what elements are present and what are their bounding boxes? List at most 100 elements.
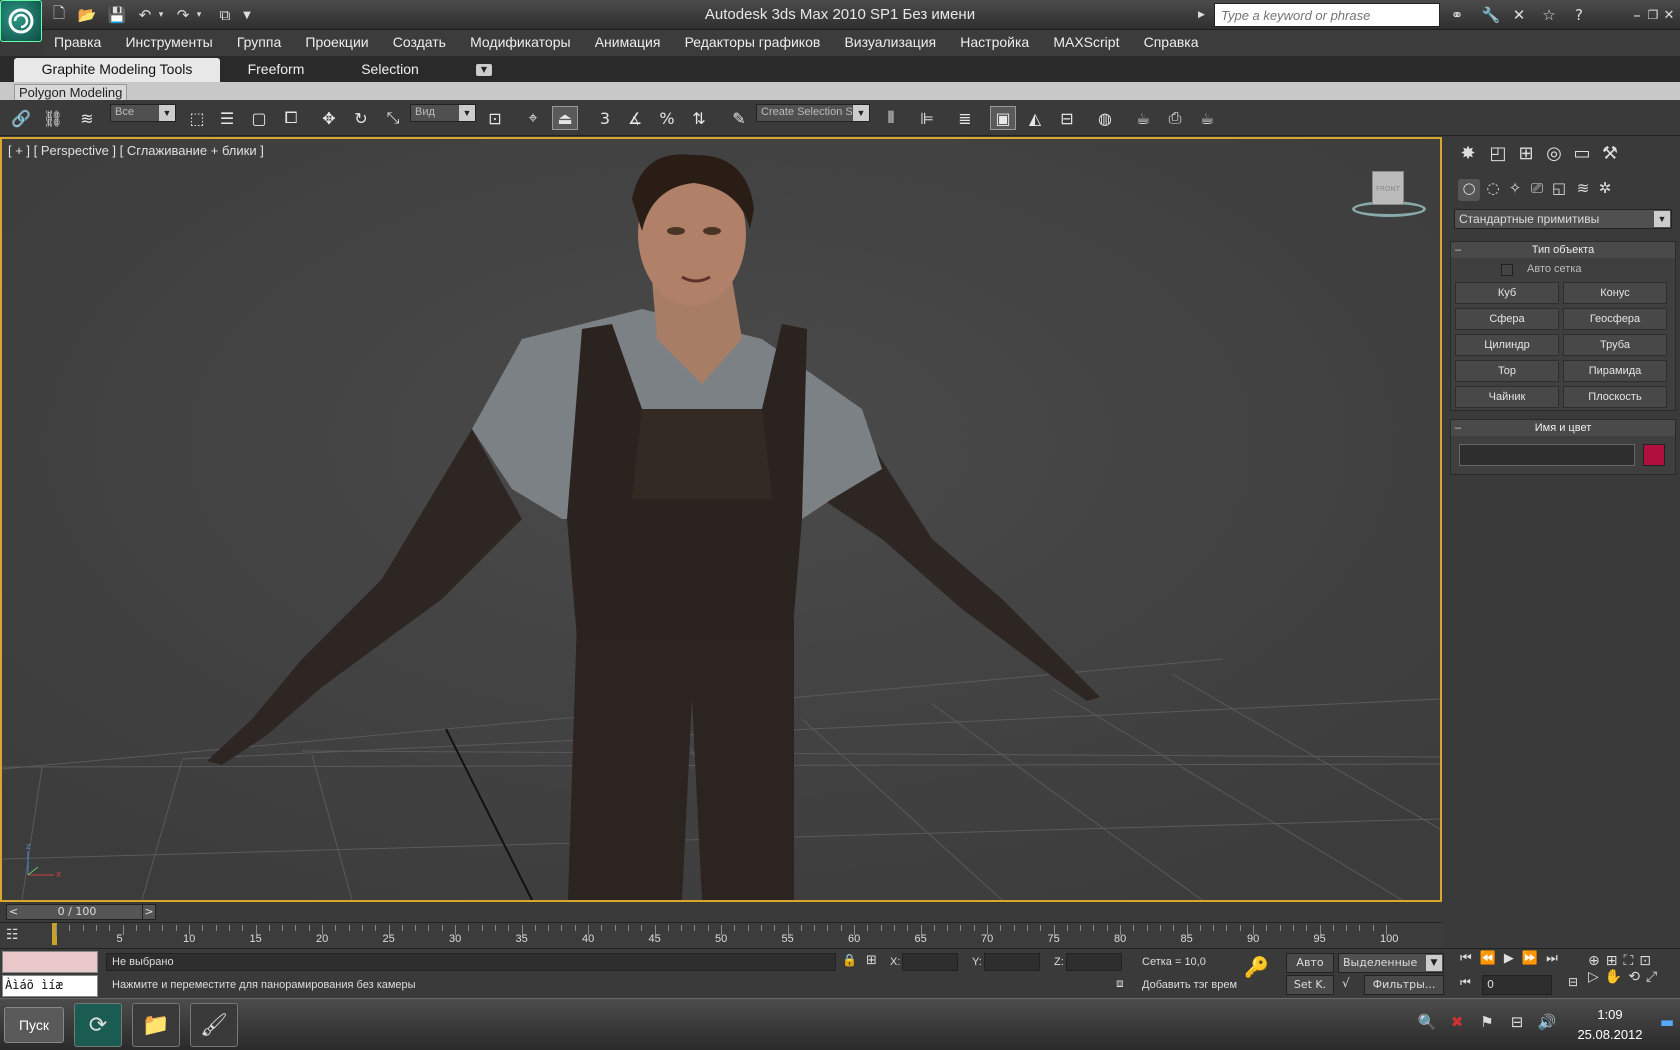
next-frame-icon[interactable]: ⏩ xyxy=(1522,951,1546,966)
go-to-end-icon[interactable]: ⏭ xyxy=(1546,951,1566,966)
y-coordinate-field[interactable] xyxy=(984,953,1040,971)
z-coordinate-field[interactable] xyxy=(1066,953,1122,971)
search-box[interactable] xyxy=(1214,3,1440,27)
rendered-frame-icon[interactable]: ⎙ xyxy=(1162,106,1188,130)
material-editor-icon[interactable]: ◍ xyxy=(1092,106,1118,130)
lock-icon[interactable]: 🔒 xyxy=(842,953,858,969)
orbit-icon[interactable]: ⟲ xyxy=(1628,969,1646,985)
set-key-button[interactable]: Set K. xyxy=(1286,975,1334,995)
move-icon[interactable]: ✥ xyxy=(316,106,342,130)
close-icon[interactable]: ✕ xyxy=(1662,4,1676,26)
layer-manager-icon[interactable]: ≣ xyxy=(952,106,978,130)
select-manipulate-icon[interactable]: ⌖ xyxy=(520,106,546,130)
box-button[interactable]: Куб xyxy=(1455,282,1559,304)
object-color-swatch[interactable] xyxy=(1643,444,1665,466)
select-by-name-icon[interactable]: ☰ xyxy=(214,106,240,130)
name-color-header[interactable]: – Имя и цвет xyxy=(1451,420,1675,436)
add-time-tag[interactable]: Добавить тэг врем xyxy=(1142,979,1237,991)
reference-coord-dropdown[interactable]: Вид ▼ xyxy=(410,104,476,122)
field-of-view-icon[interactable]: ▷ xyxy=(1588,969,1605,985)
show-desktop-icon[interactable]: ▬ xyxy=(1656,1013,1678,1035)
curve-editor-mini-icon[interactable]: ☷ xyxy=(6,927,24,945)
time-next-button[interactable]: > xyxy=(142,904,156,920)
unlink-icon[interactable]: ⛓ xyxy=(40,106,66,130)
pan-hand-icon[interactable]: ✋ xyxy=(1605,969,1628,985)
create-tab-icon[interactable]: ✸ xyxy=(1456,143,1480,167)
tray-volume-icon[interactable]: 🔊 xyxy=(1536,1013,1558,1035)
systems-icon[interactable]: ✲ xyxy=(1594,179,1616,201)
display-tab-icon[interactable]: ▭ xyxy=(1570,143,1594,167)
bind-space-warp-icon[interactable]: ≋ xyxy=(74,106,100,130)
binoculars-icon[interactable]: ⚭ xyxy=(1446,4,1468,26)
zoom-extents-all-icon[interactable]: ⊡ xyxy=(1639,953,1657,969)
taskbar-paint-icon[interactable]: 🖌 xyxy=(190,1003,238,1047)
shapes-icon[interactable]: ◌ xyxy=(1482,179,1504,201)
align-icon[interactable]: ⊫ xyxy=(914,106,940,130)
tray-network-icon[interactable]: ⊟ xyxy=(1506,1013,1528,1035)
tray-security-icon[interactable]: ⚑ xyxy=(1476,1013,1498,1035)
prev-frame-icon[interactable]: ⏪ xyxy=(1480,951,1504,966)
menu-modifiers[interactable]: Модификаторы xyxy=(470,30,570,54)
cone-button[interactable]: Конус xyxy=(1563,282,1667,304)
curve-editor-icon[interactable]: ◭ xyxy=(1022,106,1048,130)
graphite-toggle-icon[interactable]: ▣ xyxy=(990,106,1016,130)
edit-named-selection-icon[interactable]: ✎ xyxy=(726,106,752,130)
keyboard-shortcut-override-icon[interactable]: ⏏ xyxy=(552,106,578,130)
tab-graphite-modeling-tools[interactable]: Graphite Modeling Tools xyxy=(14,58,220,82)
menu-graph-editors[interactable]: Редакторы графиков xyxy=(685,30,821,54)
menu-animation[interactable]: Анимация xyxy=(595,30,661,54)
menu-maxscript[interactable]: MAXScript xyxy=(1053,30,1119,54)
rectangular-selection-icon[interactable]: ▢ xyxy=(246,106,272,130)
named-selection-sets-dropdown[interactable]: Create Selection Se ▼ xyxy=(756,104,870,122)
hierarchy-tab-icon[interactable]: ⊞ xyxy=(1514,143,1538,167)
window-crossing-icon[interactable]: ⧠ xyxy=(278,106,304,130)
space-warps-icon[interactable]: ≋ xyxy=(1572,179,1594,201)
time-prev-button[interactable]: < xyxy=(9,905,18,919)
perspective-viewport[interactable]: z x [ + ] [ Perspective ] [ Сглаживание … xyxy=(0,137,1442,902)
default-tangent-icon[interactable]: √ xyxy=(1342,976,1358,992)
time-config-icon[interactable]: ⊟ xyxy=(1568,975,1584,995)
restore-icon[interactable]: ❐ xyxy=(1646,4,1660,26)
menu-create[interactable]: Создать xyxy=(393,30,446,54)
menu-customize[interactable]: Настройка xyxy=(960,30,1029,54)
x-coordinate-field[interactable] xyxy=(902,953,958,971)
object-name-field[interactable] xyxy=(1459,444,1635,466)
sphere-button[interactable]: Сфера xyxy=(1455,308,1559,330)
minimize-icon[interactable]: – xyxy=(1630,4,1644,26)
time-slider-bar[interactable]: < 0 / 100 xyxy=(6,904,148,920)
cylinder-button[interactable]: Цилиндр xyxy=(1455,334,1559,356)
add-time-tag-icon[interactable]: ⧈ xyxy=(1116,976,1132,992)
absolute-mode-icon[interactable]: ⊞ xyxy=(866,953,884,969)
communication-icon[interactable]: ✕ xyxy=(1508,4,1530,26)
tube-button[interactable]: Труба xyxy=(1563,334,1667,356)
zoom-icon[interactable]: ⊕ xyxy=(1588,953,1606,969)
current-frame-spinner[interactable]: 0 xyxy=(1482,975,1552,995)
viewport-label[interactable]: [ + ] [ Perspective ] [ Сглаживание + бл… xyxy=(8,143,264,158)
key-mode-icon[interactable]: ⏮ xyxy=(1460,975,1476,995)
go-to-start-icon[interactable]: ⏮ xyxy=(1460,951,1480,966)
utilities-tab-icon[interactable]: ⚒ xyxy=(1598,143,1622,167)
snaps-toggle-icon[interactable]: 3 xyxy=(592,106,618,130)
search-expand-icon[interactable]: ▶ xyxy=(1198,4,1212,26)
scale-icon[interactable]: ⤡ xyxy=(380,106,406,130)
view-cube[interactable]: FRONT xyxy=(1348,169,1428,219)
render-setup-icon[interactable]: ☕ xyxy=(1130,106,1156,130)
taskbar-3dsmax-icon[interactable]: ⟳ xyxy=(74,1003,122,1047)
pyramid-button[interactable]: Пирамида xyxy=(1563,360,1667,382)
percent-snap-icon[interactable]: % xyxy=(654,106,680,130)
autogrid-checkbox[interactable] xyxy=(1501,264,1513,276)
torus-button[interactable]: Тор xyxy=(1455,360,1559,382)
plane-button[interactable]: Плоскость xyxy=(1563,386,1667,408)
auto-key-button[interactable]: Авто xyxy=(1286,953,1334,973)
teapot-button[interactable]: Чайник xyxy=(1455,386,1559,408)
mirror-icon[interactable]: ⫴ xyxy=(878,106,904,130)
view-cube-face[interactable]: FRONT xyxy=(1372,171,1404,205)
schematic-view-icon[interactable]: ⊟ xyxy=(1054,106,1080,130)
system-clock[interactable]: 1:09 25.08.2012 xyxy=(1570,1005,1650,1045)
object-type-header[interactable]: – Тип объекта xyxy=(1451,242,1675,258)
tray-search-icon[interactable]: 🔍 xyxy=(1416,1013,1438,1035)
angle-snap-icon[interactable]: ∡ xyxy=(622,106,648,130)
render-production-icon[interactable]: ☕ xyxy=(1194,106,1220,130)
maxscript-listener[interactable]: Àìáõ ìíæ xyxy=(2,975,98,997)
menu-tools[interactable]: Инструменты xyxy=(125,30,212,54)
